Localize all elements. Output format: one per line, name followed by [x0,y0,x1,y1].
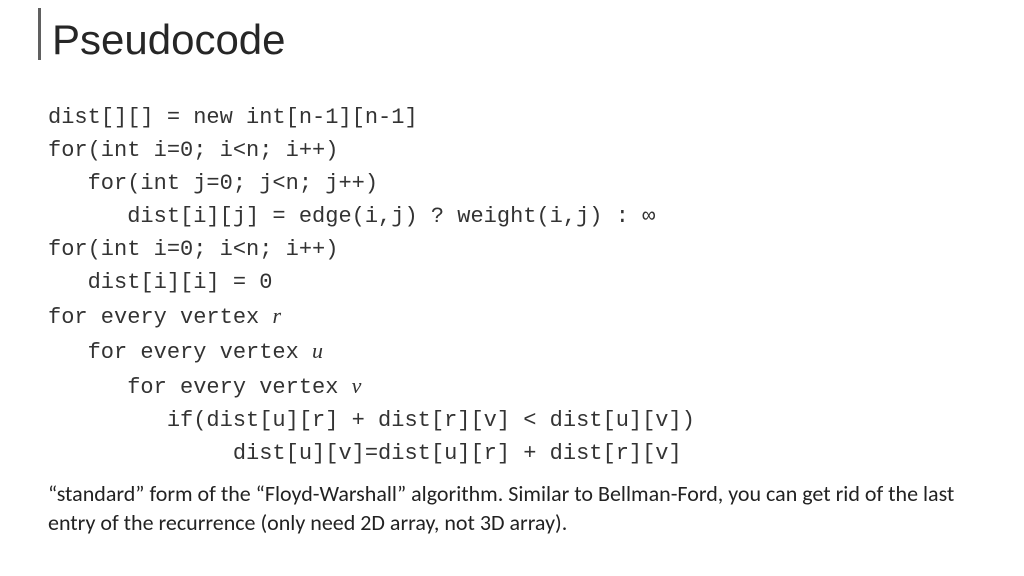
code-line: for every vertex [48,340,312,365]
page-title: Pseudocode [52,18,988,62]
code-line: for(int i=0; i<n; i++) [48,138,338,163]
code-line: for(int j=0; j<n; j++) [48,171,378,196]
code-line: for every vertex [48,305,272,330]
code-line: for(int i=0; i<n; i++) [48,237,338,262]
code-var-v: v [352,373,362,398]
slide: Pseudocode dist[][] = new int[n-1][n-1] … [0,0,1024,576]
code-line: dist[i][j] = edge(i,j) ? weight(i,j) : ∞ [48,204,655,229]
code-line: for every vertex [48,375,352,400]
code-line: dist[i][i] = 0 [48,270,272,295]
code-line: dist[][] = new int[n-1][n-1] [48,105,418,130]
code-var-u: u [312,338,323,363]
code-var-r: r [272,303,281,328]
title-rule [38,8,41,60]
pseudocode-block: dist[][] = new int[n-1][n-1] for(int i=0… [48,68,988,470]
code-line: if(dist[u][r] + dist[r][v] < dist[u][v]) [48,408,695,433]
code-line: dist[u][v]=dist[u][r] + dist[r][v] [48,441,682,466]
explanation-text: “standard” form of the “Floyd-Warshall” … [48,480,988,537]
